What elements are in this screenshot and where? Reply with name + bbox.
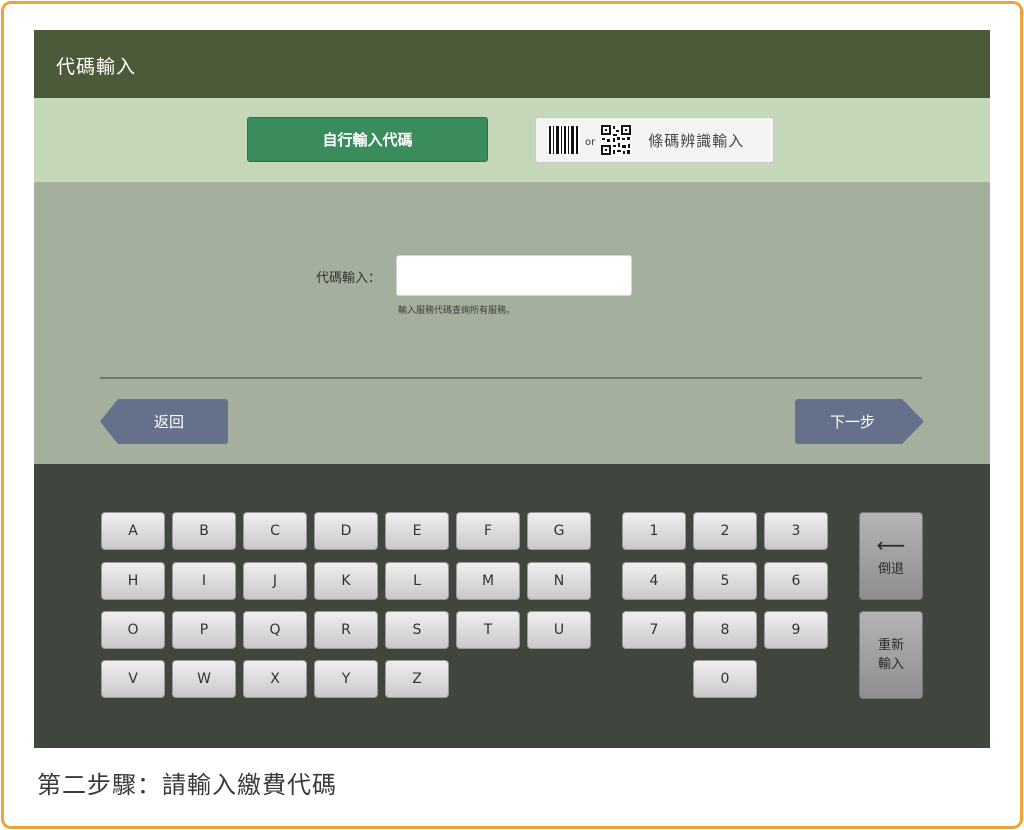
letter-key[interactable]: Q xyxy=(243,611,307,649)
qr-code-icon xyxy=(600,124,633,156)
letter-key[interactable]: A xyxy=(101,512,165,550)
letter-key[interactable]: S xyxy=(385,611,449,649)
divider xyxy=(100,377,922,379)
code-input[interactable] xyxy=(396,255,632,296)
letter-key[interactable]: K xyxy=(314,562,378,600)
letter-key[interactable]: F xyxy=(456,512,520,550)
number-key[interactable]: 0 xyxy=(693,660,757,698)
letter-key[interactable]: H xyxy=(101,562,165,600)
or-text: or xyxy=(585,136,596,148)
number-key[interactable]: 1 xyxy=(622,512,686,550)
letter-key[interactable]: W xyxy=(172,660,236,698)
letter-key[interactable]: P xyxy=(172,611,236,649)
letter-key[interactable]: Z xyxy=(385,660,449,698)
code-form: 代碼輸入： 輸入服務代碼查詢所有服務。 返回 下一步 xyxy=(34,182,990,464)
letter-key[interactable]: O xyxy=(101,611,165,649)
next-button[interactable]: 下一步 xyxy=(795,399,924,444)
letter-key[interactable]: E xyxy=(385,512,449,550)
figure-caption: 第二步驟：請輸入繳費代碼 xyxy=(37,771,337,799)
letter-key[interactable]: D xyxy=(314,512,378,550)
letter-key[interactable]: L xyxy=(385,562,449,600)
scan-tab-label: 條碼辨識輸入 xyxy=(648,131,745,150)
page-title: 代碼輸入 xyxy=(56,56,137,78)
tab-barcode-scan[interactable]: or 條碼辨識輸入 xyxy=(535,117,774,163)
letter-key[interactable]: U xyxy=(527,611,591,649)
left-arrow-icon: ⟵ xyxy=(876,532,906,557)
letter-key[interactable]: R xyxy=(314,611,378,649)
back-button[interactable]: 返回 xyxy=(100,399,228,444)
letter-key[interactable]: J xyxy=(243,562,307,600)
number-key[interactable]: 4 xyxy=(622,562,686,600)
kiosk-screen: 代碼輸入 自行輸入代碼 or 條碼辨識輸入 代碼輸入： 輸入服務代碼查詢所有服務… xyxy=(34,30,990,748)
code-input-hint: 輸入服務代碼查詢所有服務。 xyxy=(398,306,516,316)
title-bar: 代碼輸入 xyxy=(34,30,990,98)
letter-key[interactable]: C xyxy=(243,512,307,550)
input-mode-tabs: 自行輸入代碼 or 條碼辨識輸入 xyxy=(34,98,990,182)
number-key[interactable]: 6 xyxy=(764,562,828,600)
letter-key[interactable]: B xyxy=(172,512,236,550)
on-screen-keyboard: ⟵ 倒退 重新輸入 ABCDEFG HIJKLMN OPQRSTU VWXYZ 123 4… xyxy=(34,464,990,748)
letter-key[interactable]: V xyxy=(101,660,165,698)
reset-label: 重新輸入 xyxy=(877,638,904,672)
number-key[interactable]: 2 xyxy=(693,512,757,550)
number-key[interactable]: 8 xyxy=(693,611,757,649)
letter-key[interactable]: N xyxy=(527,562,591,600)
number-key[interactable]: 3 xyxy=(764,512,828,550)
backspace-label: 倒退 xyxy=(877,561,904,577)
letter-key[interactable]: M xyxy=(456,562,520,600)
letter-key[interactable]: Y xyxy=(314,660,378,698)
tab-manual-input[interactable]: 自行輸入代碼 xyxy=(247,117,488,162)
code-input-label: 代碼輸入： xyxy=(316,271,382,286)
letter-key[interactable]: G xyxy=(527,512,591,550)
number-key[interactable]: 9 xyxy=(764,611,828,649)
number-key[interactable]: 5 xyxy=(693,562,757,600)
barcode-icon xyxy=(548,124,580,156)
number-key[interactable]: 7 xyxy=(622,611,686,649)
letter-key[interactable]: I xyxy=(172,562,236,600)
reset-key[interactable]: 重新輸入 xyxy=(859,611,923,699)
backspace-key[interactable]: ⟵ 倒退 xyxy=(859,512,923,600)
letter-key[interactable]: T xyxy=(456,611,520,649)
letter-key[interactable]: X xyxy=(243,660,307,698)
